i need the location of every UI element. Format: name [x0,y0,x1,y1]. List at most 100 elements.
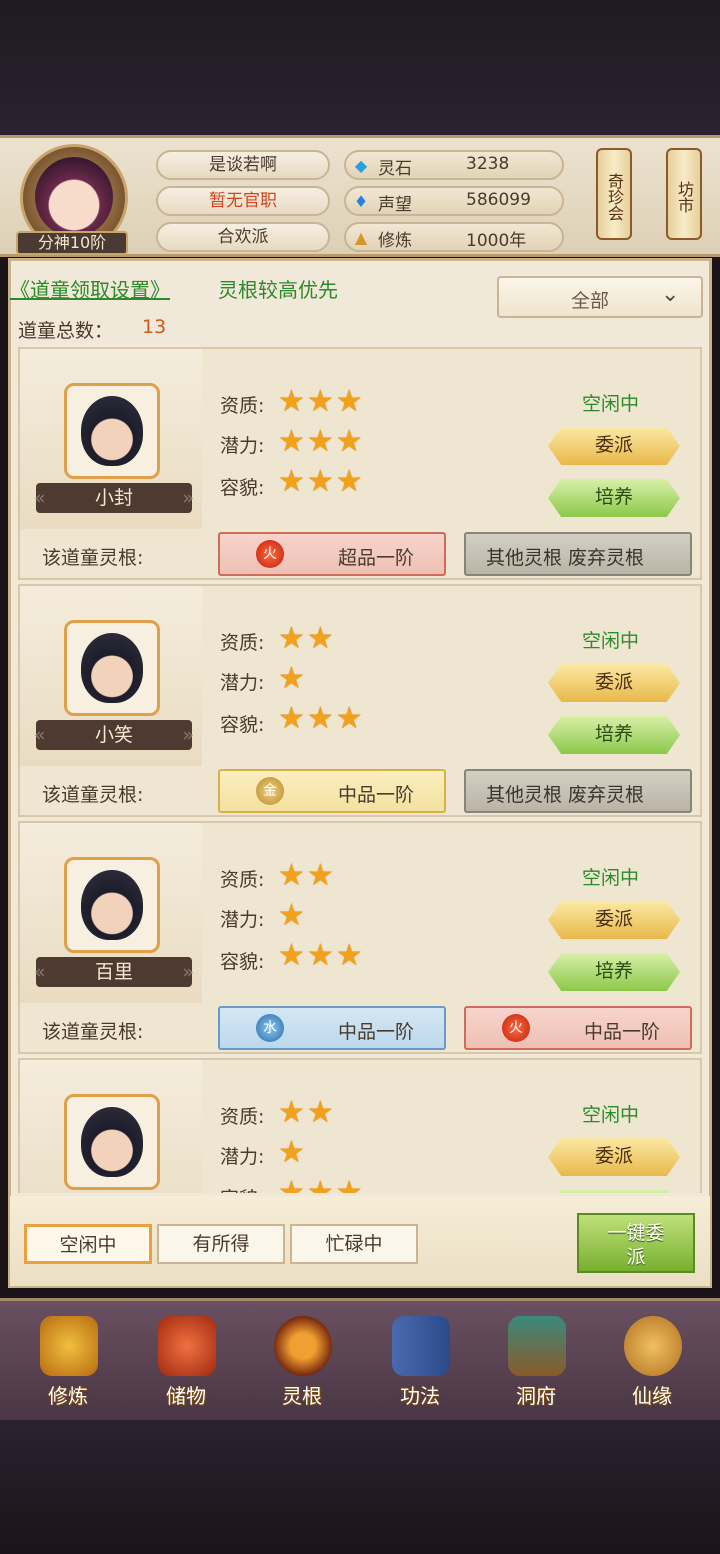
root-secondary: 火 中品一阶 [464,1006,692,1050]
potential-label: 潜力: [220,1146,265,1168]
child-name[interactable]: 小封 [34,483,194,513]
quality-stars: ★★ [278,858,336,893]
gourd-icon [624,1316,682,1376]
assign-all-label: 一键委派 [607,1222,665,1268]
portrait-face [81,1107,143,1177]
tab-gained[interactable]: 有所得 [157,1224,285,1264]
child-status: 空闲中 [582,1104,640,1126]
cultivation-icon: ▲ [354,228,368,247]
assign-all-button[interactable]: 一键委派 [577,1213,695,1273]
child-card: 小笑 资质: ★★ 潜力: ★ 容貌: ★★★ 空闲中 委派 培养 该道童灵根:… [18,584,702,817]
nav-spirit-root[interactable]: 灵根 [252,1310,352,1414]
looks-stars: ★★★ [278,464,365,499]
player-sect[interactable]: 合欢派 [156,222,330,252]
fire-element-icon: 火 [502,1014,530,1042]
assign-button[interactable]: 委派 [548,901,680,939]
root-primary: 火 超品一阶 [218,532,446,576]
child-status: 空闲中 [582,393,640,415]
child-status: 空闲中 [582,867,640,889]
potential-stars: ★★★ [278,424,365,459]
root-label: 该道童灵根: [42,547,144,569]
nav-technique[interactable]: 功法 [370,1310,470,1414]
treasure-fair-button[interactable]: 奇珍会 [596,148,632,240]
child-card: 百里 资质: ★★ 潜力: ★ 容貌: ★★★ 空闲中 委派 培养 该道童灵根:… [18,821,702,1054]
child-portrait[interactable] [64,383,160,479]
spirit-stone-icon: ◆ [354,156,368,175]
filter-value: 全部 [571,290,610,312]
quality-stars: ★★★ [278,384,365,419]
potential-label: 潜力: [220,909,265,931]
fire-element-icon: 火 [256,540,284,568]
train-button[interactable]: 培养 [548,479,680,517]
quality-stars: ★★ [278,1095,336,1130]
gold-element-icon: 金 [256,777,284,805]
filter-dropdown[interactable]: 全部 ⌄ [497,276,703,318]
portrait-face [81,870,143,940]
quality-label: 资质: [220,395,265,417]
looks-label: 容貌: [220,1184,264,1193]
looks-stars: ★★★ [278,1175,365,1194]
nav-cultivate[interactable]: 修炼 [18,1310,118,1414]
stat-cultivation: ▲ 修炼 1000年 [344,222,564,252]
potential-label: 潜力: [220,435,265,457]
child-portrait[interactable] [64,1094,160,1190]
reputation-icon: ♦ [353,192,369,211]
portrait-face [81,633,143,703]
root-primary: 水 中品一阶 [218,1006,446,1050]
child-portrait[interactable] [64,620,160,716]
player-rank: 分神10阶 [16,231,128,255]
market-button[interactable]: 坊市 [666,148,702,240]
quality-label: 资质: [220,632,265,654]
root-secondary: 其他灵根 废弃灵根 [464,769,692,813]
child-card: 小封 资质: ★★★ 潜力: ★★★ 容貌: ★★★ 空闲中 委派 培养 该道童… [18,347,702,580]
player-office[interactable]: 暂无官职 [156,186,330,216]
looks-stars: ★★★ [278,701,365,736]
train-button[interactable]: 培养 [548,1190,680,1193]
root-secondary: 其他灵根 废弃灵根 [464,532,692,576]
storage-bag-icon [158,1316,216,1376]
child-name[interactable]: 小笑 [34,720,194,750]
quality-label: 资质: [220,1106,265,1128]
assign-button[interactable]: 委派 [548,427,680,465]
cave-mansion-icon [508,1316,566,1376]
stat-reputation: ♦ 声望 586099 [344,186,564,216]
player-name[interactable]: 是谈若啊 [156,150,330,180]
assign-button[interactable]: 委派 [548,664,680,702]
potential-label: 潜力: [220,672,265,694]
child-name[interactable]: 百里 [34,957,194,987]
chevron-down-icon: ⌄ [661,282,680,307]
looks-label: 容貌: [220,477,265,499]
assign-button[interactable]: 委派 [548,1138,680,1176]
root-label: 该道童灵根: [42,1021,144,1043]
looks-label: 容貌: [220,714,265,736]
child-list[interactable]: 小封 资质: ★★★ 潜力: ★★★ 容貌: ★★★ 空闲中 委派 培养 该道童… [18,347,702,1193]
settings-link[interactable]: 《道童领取设置》 [10,274,170,303]
quality-label: 资质: [220,869,265,891]
bottom-backdrop [0,1420,720,1554]
child-portrait[interactable] [64,857,160,953]
spirit-root-icon [274,1316,332,1376]
total-value: 13 [142,316,167,338]
nav-cave[interactable]: 洞府 [486,1310,586,1414]
quality-stars: ★★ [278,621,336,656]
train-button[interactable]: 培养 [548,953,680,991]
tab-idle[interactable]: 空闲中 [24,1224,152,1264]
priority-label[interactable]: 灵根较高优先 [218,274,338,303]
water-element-icon: 水 [256,1014,284,1042]
portrait-face [81,396,143,466]
looks-stars: ★★★ [278,938,365,973]
stat-spirit-stone: ◆ 灵石 3238 [344,150,564,180]
looks-label: 容貌: [220,951,265,973]
top-backdrop [0,0,720,135]
train-button[interactable]: 培养 [548,716,680,754]
nav-storage[interactable]: 储物 [136,1310,236,1414]
scripture-book-icon [392,1316,450,1376]
tab-busy[interactable]: 忙碌中 [290,1224,418,1264]
child-card: 资质: ★★ 潜力: ★ 容貌: ★★★ 空闲中 委派 培养 [18,1058,702,1193]
root-label: 该道童灵根: [42,784,144,806]
nav-fate[interactable]: 仙缘 [602,1310,702,1414]
meditation-icon [40,1316,98,1376]
total-label: 道童总数： [18,320,114,342]
potential-stars: ★ [278,661,307,696]
potential-stars: ★ [278,1135,307,1170]
